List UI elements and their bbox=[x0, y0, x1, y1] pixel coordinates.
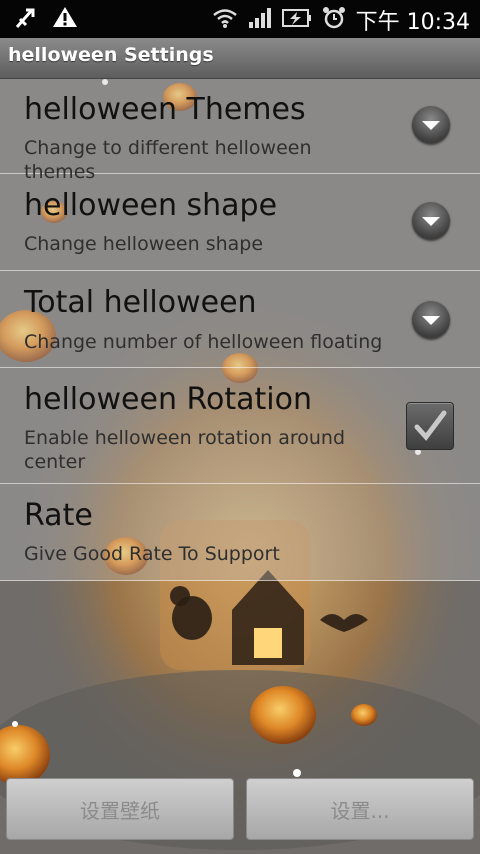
title-bar: helloween Settings bbox=[0, 38, 480, 79]
setting-themes[interactable]: helloween Themes Change to different hel… bbox=[0, 78, 480, 183]
status-time: 下午 10:34 bbox=[355, 10, 470, 35]
usb-debug-icon bbox=[14, 5, 38, 35]
wifi-icon bbox=[212, 7, 238, 33]
signal-icon bbox=[248, 7, 272, 33]
alarm-icon bbox=[322, 6, 346, 34]
warning-icon bbox=[52, 5, 78, 35]
setting-summary: Give Good Rate To Support bbox=[24, 543, 280, 565]
setting-title: helloween shape bbox=[24, 188, 278, 223]
setting-title: Total helloween bbox=[24, 285, 257, 320]
setting-title: helloween Rotation bbox=[24, 382, 312, 417]
setting-title: helloween Themes bbox=[24, 92, 306, 127]
setting-summary: Change number of helloween floating bbox=[24, 331, 383, 353]
rotation-checkbox[interactable] bbox=[406, 402, 454, 450]
page-title: helloween Settings bbox=[8, 44, 214, 66]
settings-list: helloween Themes Change to different hel… bbox=[0, 78, 480, 581]
checkmark-icon bbox=[414, 410, 447, 441]
dropdown-arrow-icon[interactable] bbox=[412, 202, 450, 240]
setting-title: Rate bbox=[24, 498, 93, 533]
dropdown-arrow-icon[interactable] bbox=[412, 106, 450, 144]
setting-summary: Change helloween shape bbox=[24, 233, 264, 255]
set-wallpaper-button[interactable]: 设置壁纸 bbox=[6, 778, 234, 840]
dropdown-arrow-icon[interactable] bbox=[412, 301, 450, 339]
setting-shape[interactable]: helloween shape Change helloween shape bbox=[0, 174, 480, 271]
setting-rotation[interactable]: helloween Rotation Enable helloween rota… bbox=[0, 368, 480, 484]
settings-button[interactable]: 设置... bbox=[246, 778, 474, 840]
setting-total[interactable]: Total helloween Change number of hellowe… bbox=[0, 271, 480, 368]
battery-charging-icon bbox=[281, 7, 312, 33]
setting-rate[interactable]: Rate Give Good Rate To Support bbox=[0, 484, 480, 581]
setting-summary: Enable helloween rotation around center bbox=[24, 427, 346, 473]
status-bar: 下午 10:34 bbox=[0, 0, 480, 38]
